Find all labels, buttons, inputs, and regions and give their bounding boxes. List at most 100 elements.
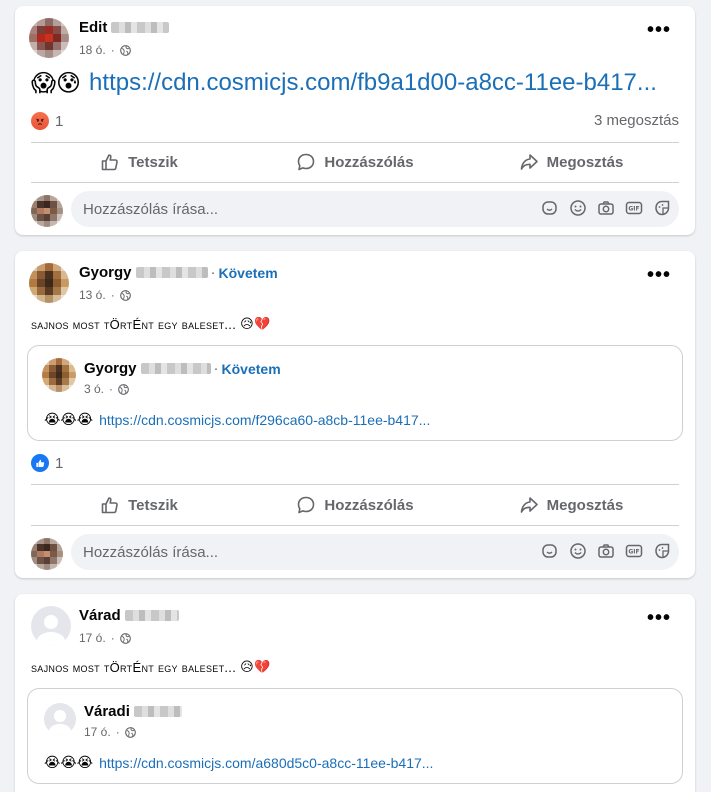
thumbs-up-icon bbox=[101, 154, 118, 171]
divider bbox=[31, 525, 679, 526]
comment-bubble-icon bbox=[298, 496, 315, 514]
post-card-1: Edit 18 ó. · ••• 😱😰 https://cdn.cosmicjs… bbox=[15, 6, 695, 235]
svg-text:GIF: GIF bbox=[628, 206, 639, 213]
more-options-icon[interactable]: ••• bbox=[647, 608, 671, 628]
author-name[interactable]: Edit bbox=[79, 19, 107, 36]
reaction-summary[interactable]: 1 bbox=[31, 454, 63, 472]
reaction-summary[interactable]: 1 bbox=[31, 112, 63, 130]
shared-emojis: 😭😭😭 bbox=[44, 755, 94, 771]
post-time[interactable]: 13 ó. bbox=[79, 288, 106, 302]
post-text-body: sajnos most tÖrtÉnt egy baleset... bbox=[31, 660, 237, 675]
sticker-icon[interactable] bbox=[541, 542, 559, 560]
post-header: Várad 17 ó. · ••• bbox=[15, 594, 695, 654]
globe-icon bbox=[119, 289, 131, 301]
name-dot: · bbox=[210, 264, 216, 281]
share-label: Megosztás bbox=[546, 496, 624, 514]
share-arrow-icon bbox=[520, 497, 538, 513]
reaction-count: 1 bbox=[55, 112, 64, 130]
camera-icon[interactable] bbox=[597, 542, 615, 560]
comment-button[interactable]: Hozzászólás bbox=[247, 142, 463, 182]
post-text: sajnos most tÖrtÉnt egy baleset... 😥💔 bbox=[31, 317, 270, 332]
shared-post-meta: 3 ó. · bbox=[84, 382, 129, 396]
author-name[interactable]: Gyorgy bbox=[79, 264, 132, 281]
follow-button[interactable]: Követem bbox=[219, 265, 278, 281]
author-name-row: Gyorgy · Követem bbox=[79, 264, 278, 281]
more-options-icon[interactable]: ••• bbox=[647, 265, 671, 285]
post-text-body: sajnos most tÖrtÉnt egy baleset... bbox=[31, 317, 237, 332]
globe-icon bbox=[118, 383, 129, 395]
name-dot: · bbox=[213, 360, 219, 377]
share-arrow-icon bbox=[520, 154, 538, 170]
post-emojis: 😱😰 bbox=[31, 69, 82, 97]
gif-icon[interactable]: GIF bbox=[625, 199, 643, 217]
like-button[interactable]: Tetszik bbox=[31, 142, 247, 182]
post-header: Gyorgy · Követem 13 ó. · ••• bbox=[15, 251, 695, 311]
shared-link[interactable]: https://cdn.cosmicjs.com/f296ca60-a8cb-1… bbox=[99, 412, 430, 428]
globe-icon bbox=[119, 44, 131, 56]
share-button[interactable]: Megosztás bbox=[463, 485, 679, 525]
author-name-row: Várad bbox=[79, 607, 179, 624]
post-text-emojis: 😥💔 bbox=[240, 317, 271, 332]
redacted-surname bbox=[135, 267, 208, 278]
shared-link[interactable]: https://cdn.cosmicjs.com/a680d5c0-a8cc-1… bbox=[99, 755, 433, 771]
shared-author-avatar[interactable] bbox=[44, 703, 76, 735]
shared-author-name[interactable]: Gyorgy bbox=[84, 360, 137, 377]
share-button[interactable]: Megosztás bbox=[463, 142, 679, 182]
post-card-2: Gyorgy · Követem 13 ó. · ••• sajnos most… bbox=[15, 251, 695, 578]
shared-post-time[interactable]: 3 ó. bbox=[84, 382, 104, 396]
comment-label: Hozzászólás bbox=[324, 153, 414, 171]
author-avatar[interactable] bbox=[29, 263, 69, 303]
shared-post-meta: 17 ó. · bbox=[84, 725, 136, 739]
comment-placeholder: Hozzászólás írása... bbox=[83, 200, 219, 218]
post-link[interactable]: https://cdn.cosmicjs.com/fb9a1d00-a8cc-1… bbox=[89, 69, 657, 97]
post-header: Edit 18 ó. · ••• bbox=[15, 6, 695, 66]
current-user-avatar[interactable] bbox=[31, 538, 63, 570]
shared-post-time[interactable]: 17 ó. bbox=[84, 725, 111, 739]
camera-icon[interactable] bbox=[597, 199, 615, 217]
post-time[interactable]: 17 ó. bbox=[79, 631, 106, 645]
shared-content: 😭😭😭 https://cdn.cosmicjs.com/a680d5c0-a8… bbox=[44, 755, 433, 771]
post-actions: Tetszik Hozzászólás Megosztás bbox=[31, 485, 679, 525]
globe-icon bbox=[119, 632, 131, 644]
shared-author-avatar[interactable] bbox=[42, 358, 76, 392]
meta-dot: · bbox=[110, 43, 115, 57]
comment-composer: Hozzászólás írása... GIF bbox=[31, 191, 679, 227]
shared-emojis: 😭😭😭 bbox=[44, 412, 94, 428]
comment-placeholder: Hozzászólás írása... bbox=[83, 543, 219, 561]
author-avatar[interactable] bbox=[29, 18, 69, 58]
avatar-sticker-icon[interactable] bbox=[653, 199, 671, 217]
current-user-avatar[interactable] bbox=[31, 195, 63, 227]
gif-icon[interactable]: GIF bbox=[625, 542, 643, 560]
shared-post[interactable]: Váradi 17 ó. · 😭😭😭 https://cdn.cosmicjs.… bbox=[27, 688, 683, 784]
shared-follow-button[interactable]: Követem bbox=[222, 361, 281, 377]
comment-input[interactable]: Hozzászólás írása... GIF bbox=[71, 534, 679, 570]
comment-label: Hozzászólás bbox=[324, 496, 414, 514]
avatar-sticker-icon[interactable] bbox=[653, 542, 671, 560]
post-time[interactable]: 18 ó. bbox=[79, 43, 106, 57]
comment-input[interactable]: Hozzászólás írása... GIF bbox=[71, 191, 679, 227]
more-options-icon[interactable]: ••• bbox=[647, 20, 671, 40]
meta-dot: · bbox=[110, 288, 115, 302]
comment-tools: GIF bbox=[541, 542, 671, 560]
emoji-icon[interactable] bbox=[569, 199, 587, 217]
share-count[interactable]: 3 megosztás bbox=[594, 112, 679, 129]
post-text: sajnos most tÖrtÉnt egy baleset... 😥💔 bbox=[31, 660, 270, 675]
author-avatar[interactable] bbox=[31, 606, 71, 646]
shared-author-name[interactable]: Váradi bbox=[84, 703, 130, 720]
sticker-icon[interactable] bbox=[541, 199, 559, 217]
redacted-surname bbox=[111, 22, 170, 33]
comment-button[interactable]: Hozzászólás bbox=[247, 485, 463, 525]
meta-dot: · bbox=[110, 631, 115, 645]
like-button[interactable]: Tetszik bbox=[31, 485, 247, 525]
meta-dot: · bbox=[109, 382, 114, 396]
comment-composer: Hozzászólás írása... GIF bbox=[31, 534, 679, 570]
post-content: 😱😰 https://cdn.cosmicjs.com/fb9a1d00-a8c… bbox=[31, 69, 657, 97]
like-label: Tetszik bbox=[128, 496, 178, 514]
meta-dot: · bbox=[115, 725, 120, 739]
author-name[interactable]: Várad bbox=[79, 607, 121, 624]
emoji-icon[interactable] bbox=[569, 542, 587, 560]
reaction-count: 1 bbox=[55, 454, 64, 472]
shared-post[interactable]: Gyorgy · Követem 3 ó. · 😭😭😭 https://cdn.… bbox=[27, 345, 683, 441]
comment-tools: GIF bbox=[541, 199, 671, 217]
post-meta: 13 ó. · bbox=[79, 288, 131, 302]
